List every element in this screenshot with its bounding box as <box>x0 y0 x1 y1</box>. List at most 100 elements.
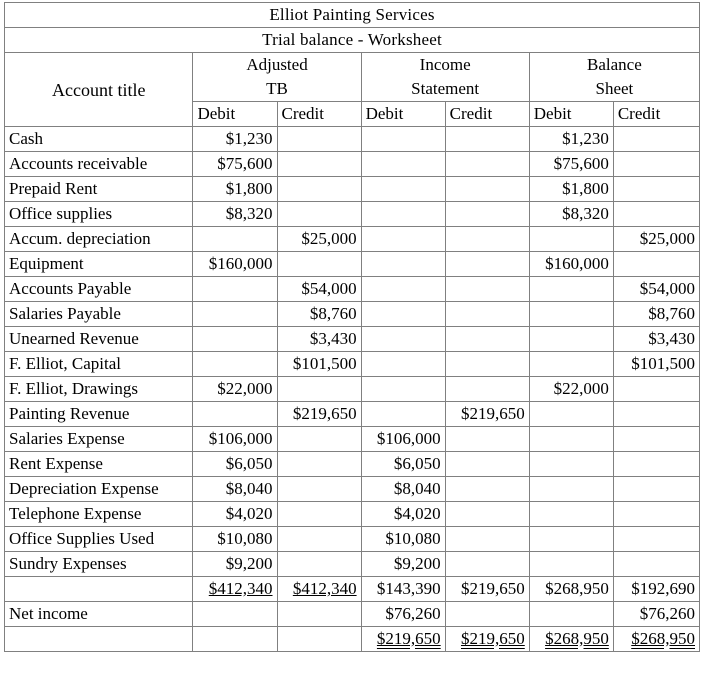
adjusted-credit-cell <box>276 551 362 577</box>
adjusted-debit-cell: $160,000 <box>192 251 278 277</box>
sub-header-income-credit: Credit <box>444 101 530 127</box>
balance-debit-cell <box>528 351 614 377</box>
balance-credit-cell <box>612 501 701 527</box>
account-title-cell: Accounts Payable <box>3 276 194 302</box>
account-title-cell: Salaries Expense <box>3 426 194 452</box>
account-title-cell: Telephone Expense <box>3 501 194 527</box>
adjusted-debit-cell: $10,080 <box>192 526 278 552</box>
group-header-line2: Sheet <box>595 79 634 98</box>
trial-balance-worksheet-table: Elliot Painting Services Trial balance -… <box>3 2 701 652</box>
table-row: F. Elliot, Capital $101,500 $101,500 <box>3 351 701 377</box>
adjusted-debit-cell: $8,040 <box>192 476 278 502</box>
adjusted-credit-cell <box>276 126 362 152</box>
income-debit-cell: $10,080 <box>360 526 446 552</box>
net-income-income-credit <box>444 601 530 627</box>
balance-debit-cell: $160,000 <box>528 251 614 277</box>
balance-debit-cell <box>528 526 614 552</box>
income-credit-cell <box>444 226 530 252</box>
income-debit-cell: $6,050 <box>360 451 446 477</box>
account-title-cell: F. Elliot, Drawings <box>3 376 194 402</box>
subtotal-row: $412,340 $412,340 $143,390 $219,650 $268… <box>3 576 701 602</box>
adjusted-debit-cell: $75,600 <box>192 151 278 177</box>
table-row: Office supplies $8,320 $8,320 <box>3 201 701 227</box>
grand-total-adjusted-debit <box>192 626 278 652</box>
adjusted-credit-cell <box>276 426 362 452</box>
adjusted-credit-cell <box>276 151 362 177</box>
balance-credit-cell <box>612 201 701 227</box>
sub-header-income-debit: Debit <box>360 101 446 127</box>
adjusted-debit-cell <box>192 226 278 252</box>
balance-debit-cell <box>528 401 614 427</box>
sub-header-balance-debit: Debit <box>528 101 614 127</box>
balance-debit-cell <box>528 451 614 477</box>
income-credit-cell <box>444 376 530 402</box>
balance-debit-cell: $1,800 <box>528 176 614 202</box>
adjusted-debit-cell: $9,200 <box>192 551 278 577</box>
balance-debit-cell <box>528 226 614 252</box>
adjusted-credit-cell <box>276 176 362 202</box>
adjusted-debit-cell: $1,800 <box>192 176 278 202</box>
adjusted-debit-cell: $6,050 <box>192 451 278 477</box>
account-title-cell: Rent Expense <box>3 451 194 477</box>
account-title-cell: Equipment <box>3 251 194 277</box>
table-row: Cash $1,230 $1,230 <box>3 126 701 152</box>
income-credit-cell <box>444 201 530 227</box>
account-title-cell: Salaries Payable <box>3 301 194 327</box>
company-title-row: Elliot Painting Services <box>4 2 700 28</box>
balance-credit-cell <box>612 526 701 552</box>
account-title-cell: Office supplies <box>3 201 194 227</box>
table-row: Office Supplies Used $10,080 $10,080 <box>3 526 701 552</box>
account-title-cell: Accounts receivable <box>3 151 194 177</box>
balance-credit-cell <box>612 476 701 502</box>
subtotal-label-cell <box>3 576 194 602</box>
subtotal-balance-debit: $268,950 <box>528 576 614 602</box>
adjusted-credit-cell: $219,650 <box>276 401 362 427</box>
account-title-cell: Prepaid Rent <box>3 176 194 202</box>
adjusted-debit-cell <box>192 351 278 377</box>
table-row: F. Elliot, Drawings $22,000 $22,000 <box>3 376 701 402</box>
balance-credit-cell: $54,000 <box>612 276 701 302</box>
table-row: Sundry Expenses $9,200 $9,200 <box>3 551 701 577</box>
income-debit-cell <box>360 151 446 177</box>
income-debit-cell <box>360 376 446 402</box>
balance-credit-cell <box>612 426 701 452</box>
grand-total-label <box>3 626 194 652</box>
subtotal-adjusted-debit: $412,340 <box>192 576 278 602</box>
subtotal-adjusted-credit: $412,340 <box>276 576 362 602</box>
income-debit-cell <box>360 251 446 277</box>
income-debit-cell: $9,200 <box>360 551 446 577</box>
income-debit-cell: $4,020 <box>360 501 446 527</box>
adjusted-debit-cell: $1,230 <box>192 126 278 152</box>
balance-credit-cell <box>612 401 701 427</box>
balance-debit-cell <box>528 276 614 302</box>
adjusted-debit-cell: $4,020 <box>192 501 278 527</box>
table-row: Equipment $160,000 $160,000 <box>3 251 701 277</box>
balance-credit-cell <box>612 151 701 177</box>
income-credit-cell <box>444 451 530 477</box>
income-credit-cell <box>444 426 530 452</box>
subtitle-tail: Worksheet <box>367 30 442 49</box>
adjusted-debit-cell <box>192 326 278 352</box>
adjusted-credit-cell <box>276 526 362 552</box>
balance-debit-cell <box>528 426 614 452</box>
income-debit-cell <box>360 276 446 302</box>
table-row: Unearned Revenue $3,430 $3,430 <box>3 326 701 352</box>
net-income-adjusted-credit <box>276 601 362 627</box>
net-income-label: Net income <box>3 601 194 627</box>
income-debit-cell <box>360 401 446 427</box>
group-header-line1: Adjusted <box>246 55 308 74</box>
adjusted-debit-cell <box>192 301 278 327</box>
table-row: Accounts Payable $54,000 $54,000 <box>3 276 701 302</box>
adjusted-credit-cell: $3,430 <box>276 326 362 352</box>
income-credit-cell <box>444 151 530 177</box>
table-row: Prepaid Rent $1,800 $1,800 <box>3 176 701 202</box>
group-header-balance-sheet: Balance Sheet <box>528 52 701 102</box>
subtotal-income-credit: $219,650 <box>444 576 530 602</box>
column-group-header-row: Account title Adjusted TB Income Stateme… <box>3 52 701 127</box>
grand-total-adjusted-credit <box>276 626 362 652</box>
adjusted-debit-cell: $8,320 <box>192 201 278 227</box>
grand-total-balance-credit: $268,950 <box>612 626 701 652</box>
sub-header-adjusted-credit: Credit <box>276 101 362 127</box>
balance-debit-cell: $1,230 <box>528 126 614 152</box>
balance-debit-cell <box>528 551 614 577</box>
